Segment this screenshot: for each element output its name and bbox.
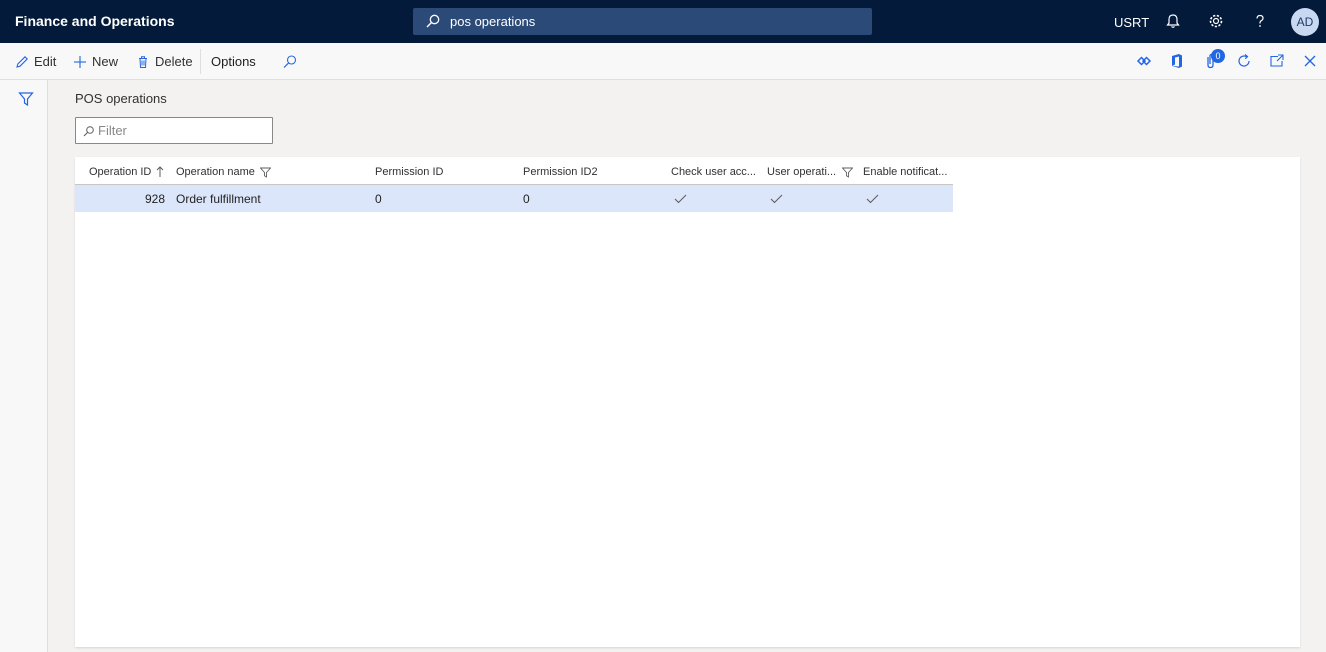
attachments-count-badge: 0 — [1211, 49, 1225, 63]
delete-button[interactable]: Delete — [136, 54, 193, 69]
toolbar-divider — [200, 49, 201, 74]
cell-operation-id[interactable]: 928 — [145, 192, 165, 206]
cell-permission-id2[interactable]: 0 — [523, 192, 530, 206]
page-title: POS operations — [75, 91, 167, 106]
filter-input[interactable] — [98, 121, 268, 140]
avatar[interactable]: AD — [1291, 8, 1319, 36]
check-icon[interactable] — [674, 194, 687, 204]
trash-icon — [139, 55, 147, 68]
column-header-operation-id[interactable]: Operation ID — [89, 164, 164, 180]
grid-panel — [75, 157, 1300, 647]
column-header-label: Operation ID — [89, 166, 152, 178]
edit-icon — [16, 55, 28, 68]
office-icon[interactable] — [1168, 52, 1186, 70]
new-label: New — [92, 54, 119, 69]
column-header-enable-notification[interactable]: Enable notificat... — [863, 164, 947, 180]
options-tab[interactable]: Options — [211, 54, 256, 69]
sort-ascending-icon — [157, 166, 164, 177]
refresh-icon[interactable] — [1235, 52, 1253, 70]
global-search[interactable]: pos operations — [413, 8, 872, 35]
cell-operation-name[interactable]: Order fulfillment — [176, 192, 261, 206]
funnel-icon — [259, 167, 271, 178]
column-header-operation-name[interactable]: Operation name — [176, 164, 271, 180]
search-icon[interactable] — [281, 53, 299, 71]
new-button[interactable]: New — [73, 54, 118, 69]
column-header-user-operation[interactable]: User operati... — [767, 164, 854, 180]
funnel-icon[interactable] — [18, 91, 34, 107]
column-header-label: Operation name — [176, 166, 255, 178]
bell-icon[interactable] — [1164, 12, 1182, 30]
top-navigation-bar: Finance and Operations pos operations US… — [0, 0, 1326, 43]
close-icon[interactable] — [1301, 52, 1319, 70]
column-header-permission-id[interactable]: Permission ID — [375, 164, 443, 180]
column-header-check-user-access[interactable]: Check user acc... — [671, 164, 756, 180]
search-icon — [83, 126, 94, 137]
filter-field[interactable] — [75, 117, 273, 144]
diamond-icon[interactable] — [1135, 52, 1153, 70]
edit-label: Edit — [34, 54, 57, 69]
delete-label: Delete — [155, 54, 193, 69]
funnel-icon — [842, 167, 854, 178]
check-icon[interactable] — [866, 194, 879, 204]
plus-icon — [74, 55, 86, 68]
open-new-window-icon[interactable] — [1268, 52, 1286, 70]
column-header-permission-id2[interactable]: Permission ID2 — [523, 164, 598, 180]
cell-permission-id[interactable]: 0 — [375, 192, 382, 206]
action-pane — [0, 43, 1326, 80]
help-icon[interactable] — [1251, 12, 1269, 30]
search-icon — [426, 14, 440, 28]
left-filter-rail — [0, 80, 48, 652]
check-icon[interactable] — [770, 194, 783, 204]
search-value: pos operations — [450, 14, 536, 29]
gear-icon[interactable] — [1207, 12, 1225, 30]
column-header-label: User operati... — [767, 166, 837, 178]
app-title[interactable]: Finance and Operations — [15, 13, 174, 29]
company-selector[interactable]: USRT — [1114, 15, 1149, 30]
edit-button[interactable]: Edit — [15, 54, 56, 69]
